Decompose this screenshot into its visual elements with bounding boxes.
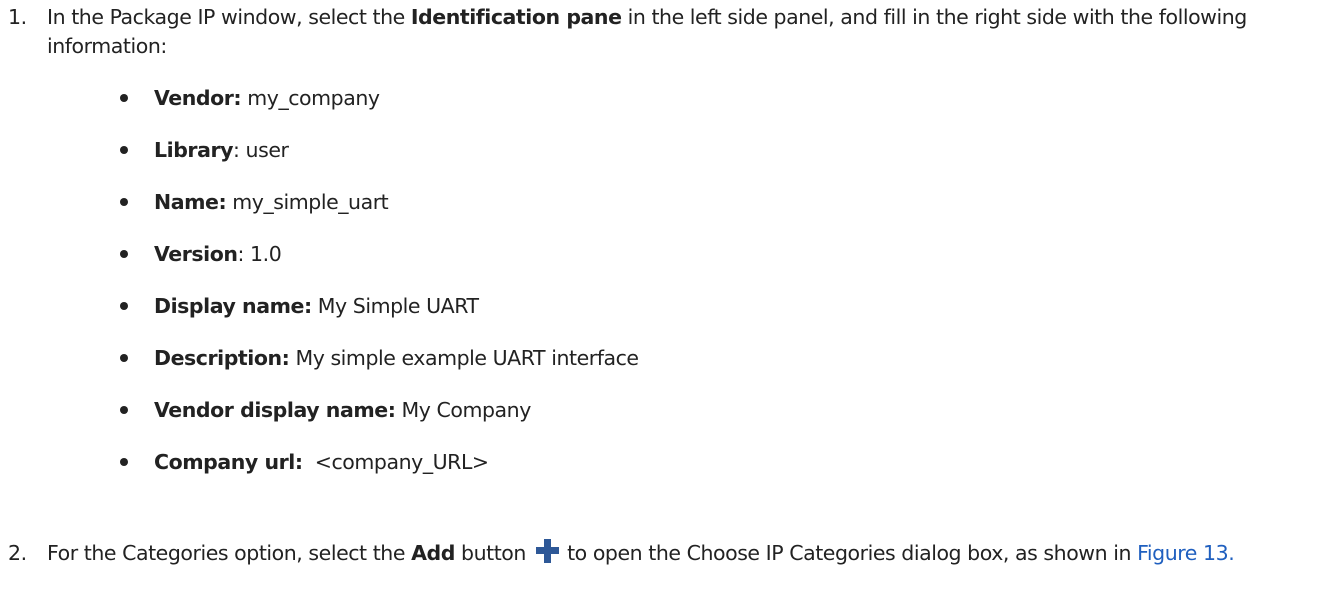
step-number: 1. [8, 5, 27, 29]
bullet-icon [120, 354, 128, 362]
list-item-text: Display name: My Simple UART [154, 292, 479, 321]
field-label: Library [154, 138, 234, 162]
field-label: Description: [154, 346, 290, 370]
field-label: Vendor: [154, 86, 242, 110]
field-label: Version [154, 242, 238, 266]
field-value: My Simple UART [311, 294, 479, 318]
list-item-text: Vendor: my_company [154, 84, 380, 113]
step-text-part: button [454, 541, 532, 565]
field-value: : user [233, 138, 289, 162]
step-text-part: In the Package IP window, select the [47, 5, 411, 29]
list-item-text: Name: my_simple_uart [154, 188, 389, 217]
step-bold-text: Add [411, 541, 455, 565]
list-item-text: Vendor display name: My Company [154, 396, 531, 425]
list-item-text: Version: 1.0 [154, 240, 282, 269]
field-value: My simple example UART interface [289, 346, 639, 370]
list-item-text: Company url: <company_URL> [154, 448, 489, 477]
bullet-icon [120, 94, 128, 102]
step-1: 1. In the Package IP window, select the … [0, 3, 1323, 474]
plus-icon [536, 539, 559, 563]
field-label: Vendor display name: [154, 398, 396, 422]
field-value: my_simple_uart [226, 190, 389, 214]
bullet-icon [120, 146, 128, 154]
step-2: 2. For the Categories option, select the… [0, 539, 1323, 568]
field-label: Company url: [154, 450, 303, 474]
field-value: <company_URL> [302, 450, 489, 474]
bullet-icon [120, 302, 128, 310]
bullet-icon [120, 406, 128, 414]
list-item-text: Library: user [154, 136, 289, 165]
step-text-part: For the Categories option, select the [47, 541, 412, 565]
step-text: In the Package IP window, select the Ide… [47, 3, 1323, 61]
step-bold-text: Identification pane [410, 5, 622, 29]
field-value: my_company [241, 86, 380, 110]
field-label: Display name: [154, 294, 312, 318]
field-value: My Company [395, 398, 532, 422]
list-item-text: Description: My simple example UART inte… [154, 344, 639, 373]
figure-link[interactable]: Figure 13. [1137, 541, 1235, 565]
bullet-icon [120, 198, 128, 206]
bullet-icon [120, 458, 128, 466]
field-label: Name: [154, 190, 227, 214]
document-page: 1. In the Package IP window, select the … [0, 0, 1337, 615]
step-text: For the Categories option, select the Ad… [47, 539, 1323, 568]
bullet-icon [120, 250, 128, 258]
step-text-part: to open the Choose IP Categories dialog … [561, 541, 1138, 565]
step-number: 2. [8, 541, 27, 565]
field-value: : 1.0 [237, 242, 282, 266]
